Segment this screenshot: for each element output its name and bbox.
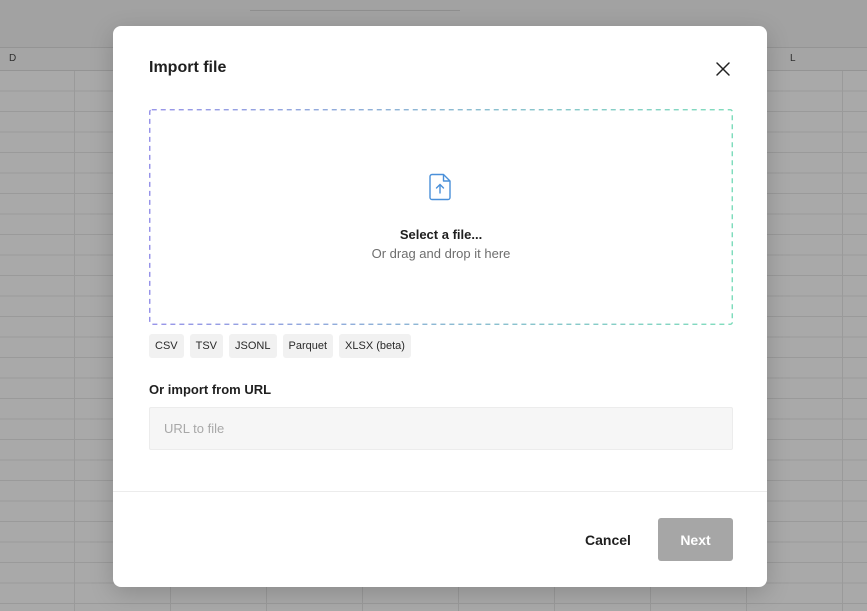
supported-formats: CSV TSV JSONL Parquet XLSX (beta)	[149, 334, 411, 358]
url-input[interactable]	[149, 407, 733, 450]
url-import-label: Or import from URL	[149, 382, 272, 397]
drag-drop-hint: Or drag and drop it here	[371, 246, 511, 261]
file-upload-icon	[429, 173, 451, 201]
next-button[interactable]: Next	[658, 518, 733, 561]
column-header-l: L	[790, 53, 796, 64]
select-file-text: Select a file...	[399, 227, 483, 242]
format-chip-csv: CSV	[149, 334, 184, 358]
column-header-d: D	[9, 53, 17, 64]
format-chip-parquet: Parquet	[282, 334, 334, 358]
close-button[interactable]	[710, 56, 736, 82]
dialog-title: Import file	[149, 59, 227, 76]
import-file-dialog: Import file Select a file... Or drag and…	[113, 26, 767, 587]
format-chip-xlsx: XLSX (beta)	[339, 334, 411, 358]
close-icon	[716, 62, 730, 76]
dropzone-border	[149, 109, 733, 325]
format-chip-tsv: TSV	[189, 334, 224, 358]
cancel-button[interactable]: Cancel	[568, 518, 648, 561]
file-dropzone[interactable]: Select a file... Or drag and drop it her…	[149, 109, 733, 325]
format-chip-jsonl: JSONL	[229, 334, 277, 358]
footer-divider	[113, 491, 767, 492]
